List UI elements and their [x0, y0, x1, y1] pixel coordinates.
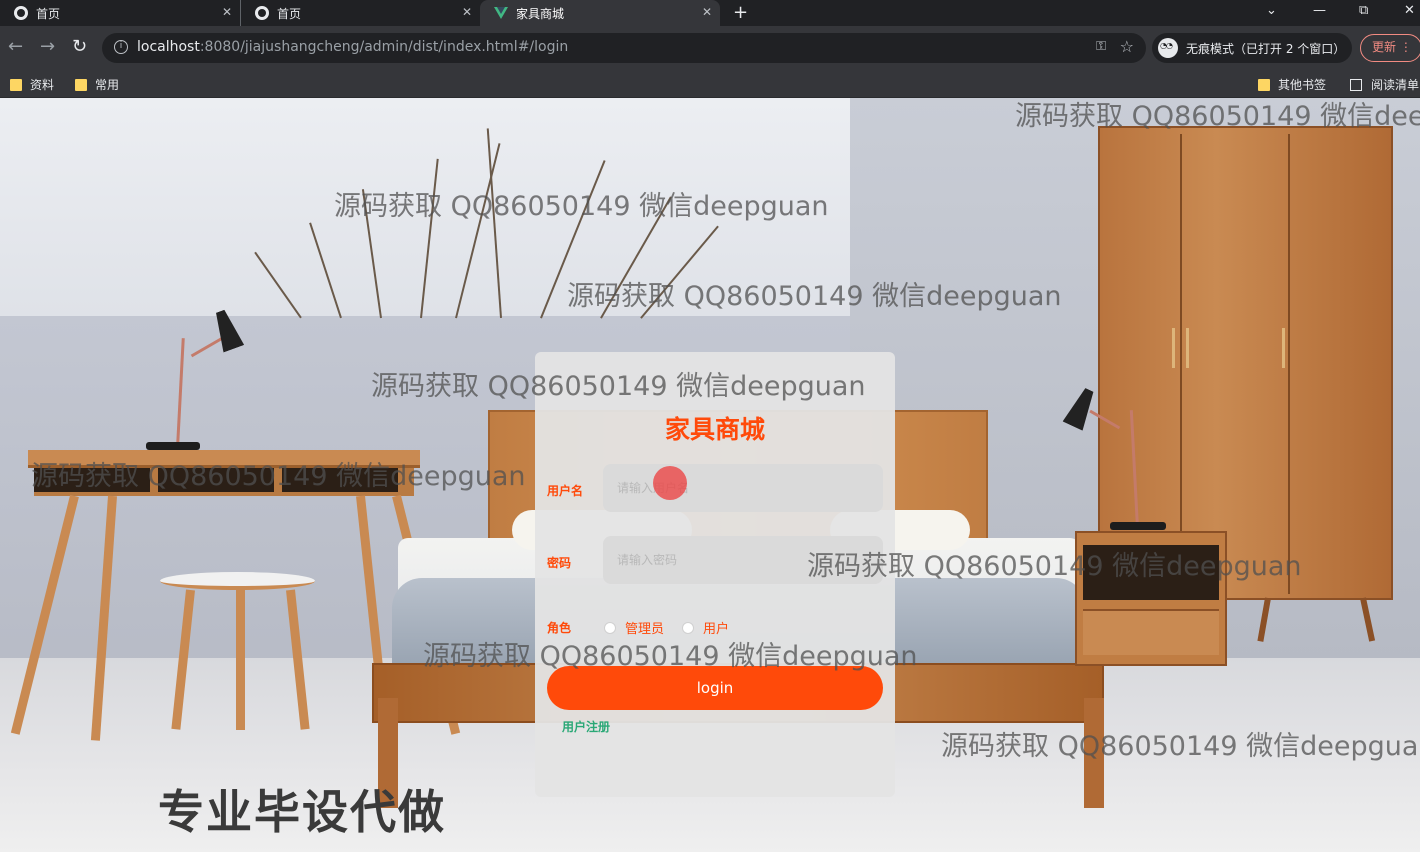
tab-label: 首页: [277, 6, 302, 21]
radio-button[interactable]: [682, 621, 694, 634]
username-input[interactable]: [603, 464, 883, 512]
bookmark-star-icon[interactable]: ☆: [1120, 37, 1134, 56]
radio-button[interactable]: [604, 621, 616, 634]
tab-label: 首页: [36, 6, 61, 21]
password-label: 密码: [547, 556, 572, 570]
incognito-label: 无痕模式（已打开 2 个窗口）: [1186, 41, 1346, 56]
background-lamp: [146, 442, 200, 450]
background-stool: [236, 590, 245, 730]
reading-list-button[interactable]: 阅读清单: [1350, 76, 1419, 93]
restore-button[interactable]: ⧉: [1359, 3, 1368, 18]
vue-logo-icon: [494, 7, 508, 19]
update-button[interactable]: 更新 ⋮: [1360, 34, 1420, 62]
click-indicator: [653, 466, 687, 500]
login-card: 家具商城 用户名 密码 角色 管理员 用户 login 用户注册: [535, 352, 895, 797]
reload-icon[interactable]: ↻: [72, 38, 87, 56]
promo-text: 专业毕设代做: [158, 785, 446, 839]
background-desk: [28, 450, 420, 468]
tab-furniture-mall[interactable]: 家具商城 ✕: [480, 0, 720, 26]
tab-label: 家具商城: [516, 6, 565, 21]
forward-arrow-icon[interactable]: →: [40, 38, 55, 56]
folder-icon: [75, 78, 87, 91]
background-nightstand: [1075, 531, 1227, 666]
address-bar[interactable]: i localhost:8080/jiajushangcheng/admin/d…: [102, 33, 1146, 63]
bookmark-folder-common[interactable]: 常用: [75, 76, 119, 93]
role-label: 角色: [547, 621, 572, 635]
login-button[interactable]: login: [547, 666, 883, 710]
background-desk: [34, 468, 414, 496]
tab-strip: 首页 ✕ 首页 ✕ 家具商城 ✕ + ⌄ — ⧉ ✕: [0, 0, 1420, 26]
bookmark-folder-other[interactable]: 其他书签: [1258, 76, 1326, 93]
url-text[interactable]: localhost:8080/jiajushangcheng/admin/dis…: [137, 39, 568, 55]
role-option-admin[interactable]: 管理员: [604, 618, 664, 637]
tab-close-icon[interactable]: ✕: [702, 5, 712, 19]
globe-icon: [255, 6, 269, 20]
reading-list-icon: [1350, 78, 1362, 91]
login-page: 家具商城 用户名 密码 角色 管理员 用户 login 用户注册 源码获取 QQ…: [0, 98, 1420, 852]
new-tab-button[interactable]: +: [733, 2, 748, 23]
folder-icon: [1258, 78, 1270, 91]
background-stool: [160, 572, 315, 590]
key-icon[interactable]: ⚿: [1096, 39, 1106, 54]
bookmark-folder-resources[interactable]: 资料: [10, 76, 54, 93]
browser-toolbar: ← → ↻ i localhost:8080/jiajushangcheng/a…: [0, 26, 1420, 70]
login-title: 家具商城: [664, 415, 765, 444]
tab-close-icon[interactable]: ✕: [222, 5, 232, 19]
background-lamp: [1110, 522, 1166, 530]
incognito-icon: [1158, 38, 1178, 58]
username-label: 用户名: [547, 484, 584, 498]
folder-icon: [10, 78, 22, 91]
tab-home-1[interactable]: 首页 ✕: [0, 0, 240, 26]
register-link[interactable]: 用户注册: [562, 718, 610, 735]
tab-home-2[interactable]: 首页 ✕: [240, 0, 480, 26]
tab-close-icon[interactable]: ✕: [462, 5, 472, 19]
back-arrow-icon[interactable]: ←: [8, 38, 23, 56]
incognito-indicator[interactable]: 无痕模式（已打开 2 个窗口）: [1152, 33, 1352, 63]
site-info-icon[interactable]: i: [114, 40, 128, 54]
minimize-button[interactable]: —: [1313, 3, 1326, 18]
bookmarks-bar: 资料 常用 其他书签 阅读清单: [0, 70, 1420, 98]
close-window-button[interactable]: ✕: [1404, 3, 1415, 18]
password-input[interactable]: [603, 536, 883, 584]
role-option-user[interactable]: 用户: [682, 618, 729, 637]
tab-search-icon[interactable]: ⌄: [1266, 3, 1277, 18]
globe-icon: [14, 6, 28, 20]
background-bed: [1084, 698, 1104, 808]
